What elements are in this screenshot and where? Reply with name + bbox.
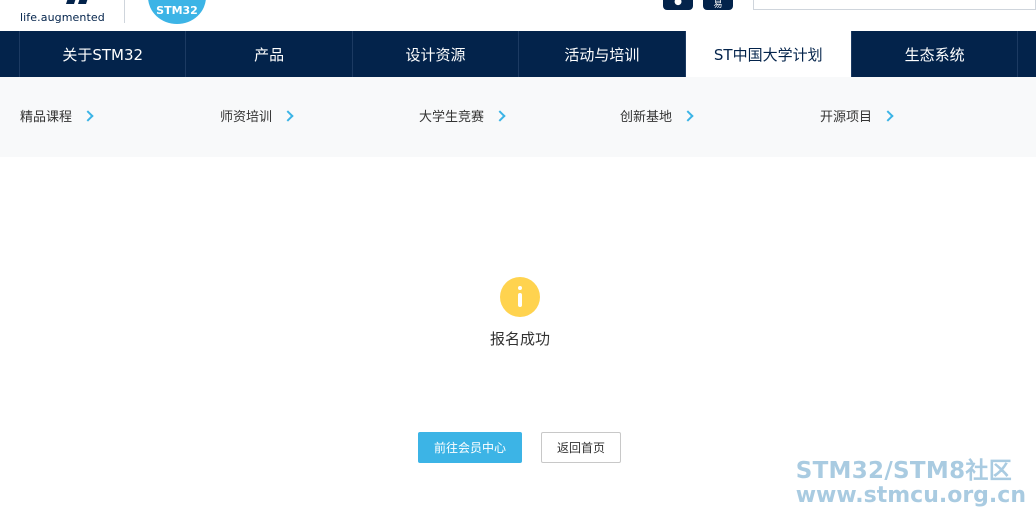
nav-item-label: 生态系统: [904, 45, 965, 64]
subnav-item-competitions[interactable]: 大学生竞赛: [419, 106, 506, 125]
subnav-item-label: 创新基地: [620, 110, 673, 125]
nav-item-about-stm32[interactable]: 关于STM32: [20, 31, 187, 77]
nav-item-label: 设计资源: [405, 45, 466, 64]
nav-item-label: ST中国大学计划: [713, 45, 823, 64]
chevron-right-icon: [882, 109, 894, 122]
search-input[interactable]: [754, 2, 1035, 15]
nav-item-label: 活动与培训: [564, 45, 640, 64]
chevron-right-icon: [282, 109, 294, 122]
chevron-right-icon: [82, 109, 94, 122]
nav-item-label: 关于STM32: [62, 45, 144, 64]
subnav-item-label: 师资培训: [220, 110, 273, 125]
nav-item-products[interactable]: 产品: [186, 31, 353, 77]
subnav-item-label: 精品课程: [20, 110, 73, 125]
result-message: 报名成功: [489, 330, 550, 348]
nav-item-events-training[interactable]: 活动与培训: [519, 31, 686, 77]
top-header: life.augmented STM32 ● 易: [0, 0, 1036, 31]
stm32-badge[interactable]: STM32: [148, 0, 206, 24]
main-nav: 关于STM32 产品 设计资源 活动与培训 ST中国大学计划 生态系统: [0, 31, 1036, 77]
nav-item-label: 产品: [254, 45, 285, 64]
stm32-badge-label: STM32: [156, 4, 198, 17]
chevron-right-icon: [494, 109, 506, 122]
site-watermark: STM32/STM8社区 www.stmcu.org.cn: [796, 458, 1026, 508]
weibo-icon[interactable]: 易: [703, 0, 733, 10]
logo-divider: [124, 0, 125, 23]
nav-tail-spacer: [1018, 31, 1036, 77]
subnav-item-innovation-base[interactable]: 创新基地: [620, 106, 694, 125]
nav-item-university-program[interactable]: ST中国大学计划: [685, 31, 852, 77]
subnav-item-label: 大学生竞赛: [419, 110, 485, 125]
sub-nav: 精品课程 师资培训 大学生竞赛 创新基地 开源项目: [0, 77, 1036, 157]
chevron-right-icon: [682, 109, 694, 122]
logo-tagline: life.augmented: [20, 11, 105, 24]
nav-item-ecosystem[interactable]: 生态系统: [852, 31, 1019, 77]
subnav-item-teacher-training[interactable]: 师资培训: [220, 106, 294, 125]
st-logo-icon[interactable]: [22, 0, 92, 6]
wechat-icon[interactable]: ●: [663, 0, 693, 10]
info-icon: [500, 277, 540, 317]
subnav-item-courses[interactable]: 精品课程: [20, 106, 94, 125]
search-box[interactable]: [753, 0, 1036, 15]
watermark-line2: www.stmcu.org.cn: [795, 483, 1026, 508]
subnav-item-open-source[interactable]: 开源项目: [820, 106, 894, 125]
nav-lead-spacer: [0, 31, 20, 77]
nav-item-design-resources[interactable]: 设计资源: [353, 31, 520, 77]
go-member-center-button[interactable]: 前往会员中心: [418, 432, 522, 463]
back-home-button[interactable]: 返回首页: [541, 432, 621, 463]
subnav-item-label: 开源项目: [820, 110, 873, 125]
watermark-line1: STM32/STM8社区: [795, 458, 1012, 484]
